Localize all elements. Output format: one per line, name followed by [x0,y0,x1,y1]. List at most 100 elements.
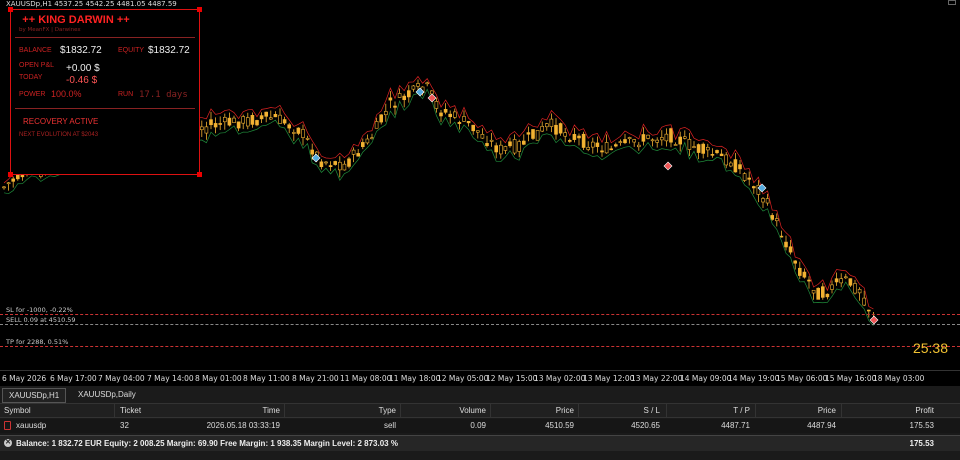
recovery-status: RECOVERY ACTIVE [23,117,99,126]
candle-body [521,140,526,145]
candle-body [342,163,347,171]
candle-body [310,149,315,155]
today-label: TODAY [19,74,43,81]
candle-body [365,138,370,144]
time-tick: 18 May 03:00 [873,374,925,383]
candle-body [669,128,673,143]
col-price[interactable]: Price [510,406,574,415]
candle-body [535,130,540,141]
candle-body [439,112,443,117]
col-sl[interactable]: S / L [600,406,660,415]
col-tp[interactable]: T / P [690,406,750,415]
sell-line[interactable] [0,324,960,325]
time-tick: 7 May 04:00 [98,374,145,383]
time-tick: 8 May 11:00 [243,374,290,383]
candle-body [567,140,572,142]
candle-body [586,147,591,150]
col-profit[interactable]: Profit [870,406,934,415]
candle-body [2,186,6,189]
time-tick: 13 May 02:00 [534,374,586,383]
candle-body [687,139,692,150]
candle-body [604,142,609,154]
candle-body [540,126,545,132]
sl-line[interactable] [0,314,960,315]
trade-terminal: Symbol Ticket Time Type Volume Price S /… [0,404,960,460]
candle-body [494,145,499,153]
position-sl[interactable]: 4520.65 [600,421,660,430]
time-tick: 12 May 15:00 [486,374,538,383]
candle-body [209,119,213,126]
position-sell-icon [4,421,11,430]
candle-body [724,154,729,166]
tab-xauusdp-h1[interactable]: XAUUSDp,H1 [2,388,67,403]
col-time[interactable]: Time [200,406,280,415]
time-tick: 13 May 12:00 [583,374,635,383]
candle-body [232,117,236,123]
table-header: Symbol Ticket Time Type Volume Price S /… [0,404,960,418]
position-tp[interactable]: 4487.71 [690,421,750,430]
candle-body [705,146,710,151]
col-divider [490,404,491,418]
candle-body [719,153,724,157]
candle-body [572,134,577,140]
time-tick: 15 May 16:00 [825,374,877,383]
candle-body [485,143,489,146]
tp-line[interactable] [0,346,960,347]
candle-body [379,114,384,123]
king-darwin-panel: ++ KING DARWIN ++ by MeanFX | Darwinex B… [8,7,202,177]
candle-body [765,198,770,204]
candle-body [664,133,669,142]
col-divider [841,404,842,418]
col-type[interactable]: Type [300,406,396,415]
candle-body [862,297,867,306]
col-symbol[interactable]: Symbol [4,406,31,415]
open-pnl-value: +0.00 $ [66,63,100,74]
trade-signal-marker[interactable] [663,161,673,171]
tab-xauusdp-daily[interactable]: XAUUSDp,Daily [72,388,142,403]
candle-body [710,154,715,156]
run-value: 17.1 days [139,90,188,100]
candle-body [429,90,434,95]
balance-value: $1832.72 [60,45,102,56]
candle-body [834,278,839,283]
sell-label: SELL 0.09 at 4510.59 [6,316,76,324]
col-volume[interactable]: Volume [420,406,486,415]
candle-body [563,132,568,137]
price-chart[interactable]: XAUUSDp,H1 4537.25 4542.25 4481.05 4487.… [0,0,960,386]
col-ticket[interactable]: Ticket [120,406,141,415]
candle-body [434,101,439,109]
close-circle-icon[interactable]: ✕ [4,439,12,447]
candle-body [802,271,807,278]
candle-body [213,123,218,128]
position-row[interactable]: xauusdp 32 2026.05.18 03:33:19 sell 0.09… [0,419,960,433]
candle-body [531,129,535,139]
candle-body [305,137,310,140]
candle-body [747,177,752,180]
candle-body [816,287,821,300]
balance-label: BALANCE [19,47,52,54]
candle-body [811,289,816,294]
open-pnl-label: OPEN P&L [19,62,55,69]
trade-signal-marker[interactable] [311,153,321,163]
trade-signal-marker[interactable] [427,93,437,103]
time-tick: 8 May 21:00 [292,374,339,383]
candle-body [779,235,784,238]
equity-label: EQUITY [118,47,145,54]
candle-body [462,116,466,122]
position-type: sell [383,421,396,430]
run-label: RUN [118,91,134,98]
candle-body [200,126,204,131]
candle-body [696,144,701,153]
panel-divider [15,108,195,109]
candle-body [291,132,296,134]
panel-corner-handle [197,7,202,12]
account-summary: Balance: 1 832.72 EUR Equity: 2 008.25 M… [16,439,398,448]
candle-body [733,159,738,173]
col-current-price[interactable]: Price [780,406,836,415]
candle-body [632,139,637,143]
candle-body [650,139,655,142]
candle-body [751,186,756,189]
candle-body [761,198,765,203]
candle-body [784,241,788,248]
candle-body [406,90,411,98]
